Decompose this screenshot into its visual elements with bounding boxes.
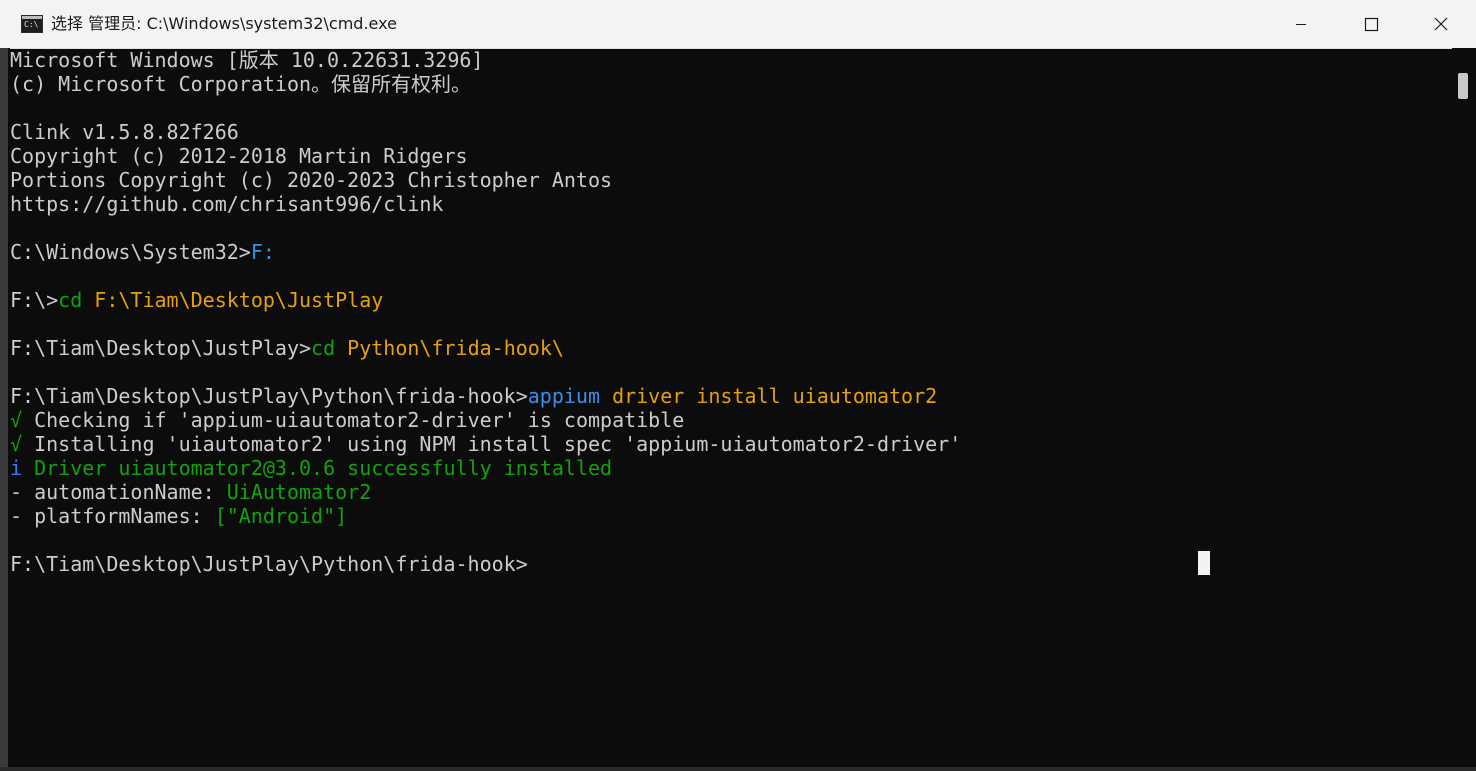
window-left-edge [0,48,8,771]
console-text-segment: F:\Tiam\Desktop\JustPlay> [10,336,312,360]
console-text-segment: Python\frida-hook\ [347,336,564,360]
maximize-icon [1364,17,1379,32]
console-line: - platformNames: ["Android"] [10,504,347,528]
window-title: 选择 管理员: C:\Windows\system32\cmd.exe [51,14,397,33]
console-text-segment: appium [527,384,613,408]
console-line: Copyright (c) 2012-2018 Martin Ridgers [10,144,468,168]
console-text-segment: - automationName: [10,480,227,504]
console-text-segment: Driver uiautomator2@3.0.6 successfully i… [34,456,613,480]
window-bottom-edge [0,767,1476,771]
cmd-app-icon-label: C:\ [24,20,39,29]
console-line: F:\Tiam\Desktop\JustPlay\Python\frida-ho… [10,384,937,408]
console-line: √ Checking if 'appium-uiautomator2-drive… [10,408,684,432]
maximize-button[interactable] [1336,0,1406,48]
minimize-button[interactable] [1266,0,1336,48]
console-text-segment: (c) Microsoft Corporation。保留所有权利。 [10,72,472,96]
console-text-segment: C:\Windows\System32> [10,240,251,264]
scrollbar-thumb[interactable] [1458,73,1468,99]
console-line: https://github.com/chrisant996/clink [10,192,443,216]
console-line: C:\Windows\System32>F: [10,240,275,264]
console-line: i Driver uiautomator2@3.0.6 successfully… [10,456,612,480]
console-text-segment: https://github.com/chrisant996/clink [10,192,444,216]
console-text-segment: i [10,456,35,480]
cmd-window: C:\ 选择 管理员: C:\Windows\system32\cmd.exe … [0,0,1476,771]
console-line: Microsoft Windows [版本 10.0.22631.3296] [10,48,483,72]
console-text-segment: driver install uiautomator2 [612,384,938,408]
console-text-segment: F:\> [10,288,59,312]
cmd-app-icon[interactable]: C:\ [21,15,43,33]
console-output[interactable]: Microsoft Windows [版本 10.0.22631.3296] (c… [10,48,1450,768]
console-text-segment: √ [10,432,35,456]
console-text-segment: Microsoft Windows [版本 10.0.22631.3296] [10,48,484,72]
console-text-segment: F:\Tiam\Desktop\JustPlay\Python\frida-ho… [10,384,528,408]
text-cursor [1198,551,1210,575]
console-line: (c) Microsoft Corporation。保留所有权利。 [10,72,471,96]
console-line: F:\Tiam\Desktop\JustPlay\Python\frida-ho… [10,552,528,576]
console-line: - automationName: UiAutomator2 [10,480,371,504]
title-bar[interactable]: C:\ 选择 管理员: C:\Windows\system32\cmd.exe [0,0,1476,49]
close-icon [1434,17,1448,31]
console-line: F:\Tiam\Desktop\JustPlay>cd Python\frida… [10,336,564,360]
minimize-icon [1296,24,1306,25]
console-text-segment: F:\Tiam\Desktop\JustPlay [94,288,384,312]
console-text-segment: cd [311,336,348,360]
console-text-segment: cd [58,288,95,312]
console-text-segment: F: [250,240,275,264]
console-text-segment: - platformNames: [10,504,215,528]
console-line: √ Installing 'uiautomator2' using NPM in… [10,432,961,456]
console-line: Portions Copyright (c) 2020-2023 Christo… [10,168,612,192]
console-line: F:\>cd F:\Tiam\Desktop\JustPlay [10,288,383,312]
console-text-segment: √ [10,408,35,432]
console-text-segment: Portions Copyright (c) 2020-2023 Christo… [10,168,613,192]
console-text-segment: F:\Tiam\Desktop\JustPlay\Python\frida-ho… [10,552,528,576]
close-button[interactable] [1406,0,1476,48]
console-text-segment: UiAutomator2 [226,480,372,504]
console-line: Clink v1.5.8.82f266 [10,120,239,144]
console-text-segment: Copyright (c) 2012-2018 Martin Ridgers [10,144,468,168]
vertical-scrollbar[interactable] [1452,48,1476,771]
console-text-segment: Clink v1.5.8.82f266 [10,120,239,144]
console-text-segment: ["Android"] [214,504,348,528]
console-text-segment: Checking if 'appium-uiautomator2-driver'… [34,408,685,432]
console-text-segment: Installing 'uiautomator2' using NPM inst… [34,432,962,456]
